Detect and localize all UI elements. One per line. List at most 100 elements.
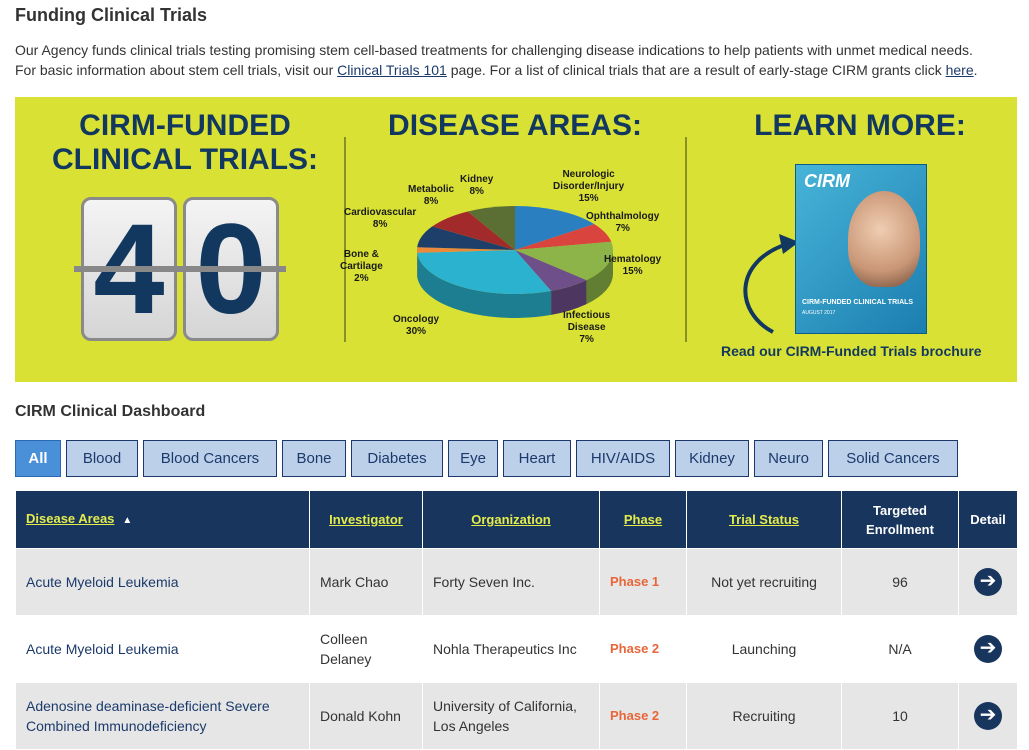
filter-button-bone[interactable]: Bone: [282, 440, 346, 477]
pie-label-kidney: Kidney8%: [460, 174, 493, 198]
filter-button-blood[interactable]: Blood: [66, 440, 138, 477]
disease-cell: Acute Myeloid Leukemia: [16, 616, 310, 683]
trials-table: Disease Areas ▲ Investigator Organization…: [15, 490, 1018, 750]
enrollment-cell: N/A: [842, 616, 959, 683]
pie-label-name: Neurologic: [553, 169, 624, 181]
counter-digit-ones: 0: [183, 197, 279, 341]
banner-divider: [685, 137, 687, 342]
detail-cell: ➔: [959, 683, 1018, 750]
clinical-trials-banner: CIRM-FUNDED CLINICAL TRIALS: 4 0 DISEASE…: [15, 97, 1017, 382]
pie-label-cardiovascular: Cardiovascular8%: [344, 207, 416, 231]
disease-link[interactable]: Acute Myeloid Leukemia: [26, 574, 179, 590]
pie-label-oncology: Oncology30%: [393, 314, 439, 338]
filter-button-all[interactable]: All: [15, 440, 61, 477]
pie-label-hematology: Hematology15%: [604, 254, 661, 278]
pie-label-neurologic-disorder-injury: NeurologicDisorder/Injury15%: [553, 169, 624, 205]
banner-heading-funded-line2: CLINICAL TRIALS:: [52, 143, 318, 176]
column-header-trial-status[interactable]: Trial Status: [687, 491, 842, 549]
filter-button-heart[interactable]: Heart: [503, 440, 571, 477]
pie-top: [417, 206, 613, 294]
counter-hinge: [74, 266, 184, 272]
pie-label-name: Hematology: [604, 254, 661, 266]
column-header-phase[interactable]: Phase: [600, 491, 687, 549]
filter-button-kidney[interactable]: Kidney: [675, 440, 749, 477]
trial-status-cell: Launching: [687, 616, 842, 683]
filter-button-solid-cancers[interactable]: Solid Cancers: [828, 440, 958, 477]
dashboard-title: CIRM Clinical Dashboard: [15, 403, 205, 421]
table-row: Acute Myeloid LeukemiaMark ChaoForty Sev…: [16, 549, 1018, 616]
trial-status-cell: Not yet recruiting: [687, 549, 842, 616]
pie-label-percent: 15%: [604, 266, 661, 278]
pie-label-name: Metabolic: [408, 184, 454, 196]
banner-heading-funded: CIRM-FUNDED CLINICAL TRIALS:: [35, 109, 335, 177]
pie-label-name: Bone &: [340, 249, 383, 261]
brochure-logo: CIRM: [804, 171, 850, 192]
pie-label-percent: 15%: [553, 193, 624, 205]
column-header-disease-areas[interactable]: Disease Areas ▲: [16, 491, 310, 549]
enrollment-cell: 96: [842, 549, 959, 616]
column-header-investigator[interactable]: Investigator: [310, 491, 423, 549]
column-header-detail: Detail: [959, 491, 1018, 549]
filter-button-diabetes[interactable]: Diabetes: [351, 440, 443, 477]
brochure-link[interactable]: Read our CIRM-Funded Trials brochure: [721, 343, 982, 359]
investigator-cell: Colleen Delaney: [310, 616, 423, 683]
pie-label-percent: 7%: [586, 223, 659, 235]
pie-label-percent: 8%: [460, 186, 493, 198]
enrollment-cell: 10: [842, 683, 959, 750]
column-header-disease-areas-label: Disease Areas: [26, 511, 114, 526]
intro-line2-b: page. For a list of clinical trials that…: [447, 62, 946, 78]
pie-label-infectious-disease: InfectiousDisease7%: [563, 310, 610, 346]
banner-heading-disease-areas: DISEASE AREAS:: [360, 109, 670, 143]
banner-heading-funded-line1: CIRM-FUNDED: [79, 109, 291, 142]
detail-arrow-icon[interactable]: ➔: [974, 702, 1002, 730]
pie-label-ophthalmology: Ophthalmology7%: [586, 211, 659, 235]
pie-label-percent: 8%: [344, 219, 416, 231]
disease-link[interactable]: Adenosine deaminase-deficient Severe Com…: [26, 698, 270, 734]
column-header-organization[interactable]: Organization: [423, 491, 600, 549]
sort-ascending-icon: ▲: [122, 511, 132, 530]
pie-label-name: Ophthalmology: [586, 211, 659, 223]
disease-cell: Adenosine deaminase-deficient Severe Com…: [16, 683, 310, 750]
page: Funding Clinical Trials Our Agency funds…: [0, 0, 1029, 724]
pie-label-name-2: Cartilage: [340, 261, 383, 273]
here-link[interactable]: here: [946, 62, 974, 78]
pie-label-percent: 30%: [393, 326, 439, 338]
pie-label-name-2: Disorder/Injury: [553, 181, 624, 193]
column-header-enrollment-line1: Targeted: [873, 503, 927, 518]
column-header-targeted-enrollment: Targeted Enrollment: [842, 491, 959, 549]
disease-cell: Acute Myeloid Leukemia: [16, 549, 310, 616]
table-header-row: Disease Areas ▲ Investigator Organization…: [16, 491, 1018, 549]
table-row: Acute Myeloid LeukemiaColleen DelaneyNoh…: [16, 616, 1018, 683]
disease-link[interactable]: Acute Myeloid Leukemia: [26, 641, 179, 657]
filter-button-eye[interactable]: Eye: [448, 440, 498, 477]
filter-button-hiv-aids[interactable]: HIV/AIDS: [576, 440, 670, 477]
pie-label-name: Oncology: [393, 314, 439, 326]
brochure-portrait: [848, 191, 920, 287]
pie-label-percent: 2%: [340, 273, 383, 285]
banner-heading-learn-more: LEARN MORE:: [705, 109, 1015, 143]
pie-label-name: Infectious: [563, 310, 610, 322]
phase-cell: Phase 2: [600, 616, 687, 683]
detail-arrow-icon[interactable]: ➔: [974, 635, 1002, 663]
pie-label-metabolic: Metabolic8%: [408, 184, 454, 208]
investigator-cell: Donald Kohn: [310, 683, 423, 750]
page-title: Funding Clinical Trials: [15, 5, 207, 26]
brochure-cover-image[interactable]: CIRM CIRM-FUNDED CLINICAL TRIALS AUGUST …: [795, 164, 927, 334]
detail-arrow-icon[interactable]: ➔: [974, 568, 1002, 596]
organization-cell: University of California, Los Angeles: [423, 683, 600, 750]
phase-cell: Phase 2: [600, 683, 687, 750]
filter-button-blood-cancers[interactable]: Blood Cancers: [143, 440, 277, 477]
table-row: Adenosine deaminase-deficient Severe Com…: [16, 683, 1018, 750]
intro-line2-a: For basic information about stem cell tr…: [15, 62, 337, 78]
intro-line1: Our Agency funds clinical trials testing…: [15, 42, 973, 58]
column-header-enrollment-line2: Enrollment: [866, 522, 934, 537]
counter-digit-tens: 4: [81, 197, 177, 341]
clinical-trials-101-link[interactable]: Clinical Trials 101: [337, 62, 447, 78]
pie-label-name: Kidney: [460, 174, 493, 186]
investigator-cell: Mark Chao: [310, 549, 423, 616]
detail-cell: ➔: [959, 616, 1018, 683]
trial-status-cell: Recruiting: [687, 683, 842, 750]
brochure-title: CIRM-FUNDED CLINICAL TRIALS: [802, 299, 913, 306]
filter-button-neuro[interactable]: Neuro: [754, 440, 823, 477]
pie-label-percent: 7%: [563, 334, 610, 346]
